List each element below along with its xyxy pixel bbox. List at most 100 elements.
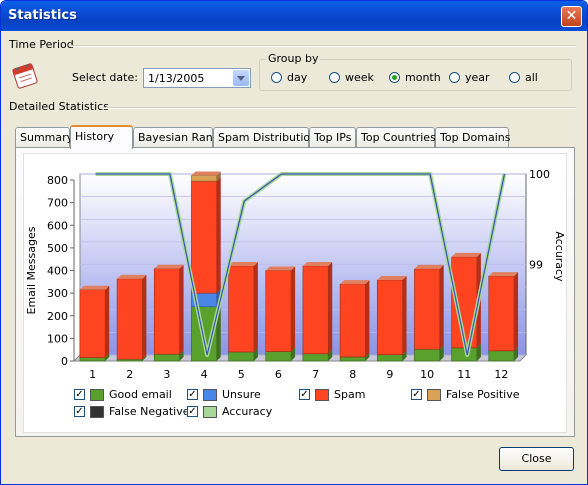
- bar-segment: [265, 270, 292, 352]
- y-axis-label: Email Messages: [25, 226, 38, 314]
- bar-side: [142, 274, 147, 360]
- tab-history[interactable]: History: [70, 125, 133, 149]
- legend-label: False Positive: [446, 388, 520, 401]
- radio-week-button[interactable]: [329, 72, 340, 83]
- bar-segment: [191, 175, 218, 182]
- radio-month-button[interactable]: [389, 72, 400, 83]
- radio-day-button[interactable]: [271, 72, 282, 83]
- x-tick-label: 8: [349, 368, 356, 381]
- legend-checkbox[interactable]: ✓: [74, 406, 85, 417]
- bar-side: [439, 264, 444, 350]
- divider: [103, 107, 576, 109]
- legend-checkbox[interactable]: ✓: [411, 389, 422, 400]
- tab-summary[interactable]: Summary: [15, 127, 73, 147]
- bar-top: [414, 264, 444, 269]
- legend-swatch: [90, 406, 104, 418]
- date-picker[interactable]: 1/13/2005: [143, 68, 251, 88]
- y-tick-label: 500: [47, 242, 68, 255]
- bar-segment: [339, 356, 366, 362]
- bar-segment: [153, 268, 180, 355]
- date-value[interactable]: 1/13/2005: [148, 72, 204, 85]
- bar-top: [117, 274, 147, 279]
- bar-segment: [414, 348, 441, 362]
- x-tick-label: 6: [275, 368, 282, 381]
- bar-top: [451, 252, 481, 257]
- bar-side: [328, 261, 333, 354]
- bar-top: [265, 266, 296, 271]
- legend-swatch: [203, 406, 217, 418]
- group-by-label: Group by: [266, 52, 321, 65]
- bar-side: [291, 266, 296, 352]
- calendar-icon: [12, 63, 38, 89]
- y2-axis-label: Accuracy: [553, 231, 566, 282]
- legend-checkbox[interactable]: ✓: [187, 406, 198, 417]
- x-tick-label: 5: [238, 368, 245, 381]
- bar-segment: [339, 283, 366, 358]
- radio-all-label: all: [525, 71, 538, 84]
- y-tick-label: 800: [47, 174, 68, 187]
- x-tick-label: 10: [420, 368, 434, 381]
- bar-segment: [265, 351, 292, 362]
- radio-year-label: year: [465, 71, 490, 84]
- bar-segment: [376, 354, 403, 362]
- radio-day-label: day: [287, 71, 308, 84]
- bar-side: [253, 261, 258, 352]
- legend-label: Unsure: [222, 388, 261, 401]
- radio-year-button[interactable]: [449, 72, 460, 83]
- tab-top-ips[interactable]: Top IPs: [309, 127, 356, 147]
- title-bar[interactable]: Statistics ✕: [1, 1, 587, 31]
- bar-top: [79, 285, 110, 290]
- bar-segment: [153, 353, 180, 362]
- bar-side: [179, 264, 184, 355]
- statistics-window: Statistics ✕ Time Period Select date: 1/…: [0, 0, 588, 485]
- bar-segment: [228, 265, 255, 353]
- bar-top: [340, 280, 370, 285]
- y-tick-label: 600: [47, 219, 68, 232]
- x-tick-label: 3: [163, 368, 170, 381]
- bar-top: [488, 272, 519, 277]
- legend-checkbox[interactable]: ✓: [187, 389, 198, 400]
- legend-checkbox[interactable]: ✓: [74, 389, 85, 400]
- bar-top: [377, 276, 407, 281]
- y-tick-label: 400: [47, 265, 68, 278]
- x-tick-label: 2: [126, 368, 133, 381]
- radio-all-button[interactable]: [509, 72, 520, 83]
- legend-label: False Negative: [109, 405, 190, 418]
- bar-segment: [79, 357, 106, 362]
- bar-top: [154, 264, 184, 269]
- bar-side: [402, 276, 407, 355]
- bar-segment: [488, 275, 515, 352]
- legend-checkbox[interactable]: ✓: [299, 389, 310, 400]
- radio-week-label: week: [345, 71, 374, 84]
- bar-side: [216, 177, 221, 294]
- close-icon[interactable]: ✕: [561, 6, 582, 27]
- detailed-statistics-label: Detailed Statistics: [9, 100, 109, 113]
- bar-side: [514, 272, 519, 351]
- x-tick-label: 4: [201, 368, 208, 381]
- x-tick-label: 7: [312, 368, 319, 381]
- y2-tick-label: 99: [529, 259, 543, 272]
- bar-segment: [79, 289, 106, 358]
- y-tick-label: 100: [47, 332, 68, 345]
- radio-month-label: month: [405, 71, 441, 84]
- bar-side: [365, 280, 370, 357]
- bar-segment: [191, 180, 218, 294]
- close-button[interactable]: Close: [499, 447, 574, 471]
- bar-segment: [302, 353, 329, 362]
- tab-top-domains[interactable]: Top Domains: [435, 127, 510, 147]
- bar-segment: [376, 279, 403, 355]
- legend-swatch: [203, 389, 217, 401]
- legend-label: Accuracy: [222, 405, 273, 418]
- y-tick-label: 200: [47, 310, 68, 323]
- tab-spam-distribution[interactable]: Spam Distribution: [213, 127, 317, 147]
- group-by-box: Group by day week month year all: [259, 52, 572, 91]
- y-tick-label: 700: [47, 197, 68, 210]
- chevron-down-icon[interactable]: [233, 70, 249, 86]
- legend-swatch: [427, 389, 441, 401]
- y2-tick-label: 100: [529, 168, 550, 181]
- bar-segment: [116, 278, 143, 360]
- tab-bayesian-rank[interactable]: Bayesian Rank: [133, 127, 219, 147]
- y-tick-label: 0: [61, 355, 68, 368]
- tab-top-countries[interactable]: Top Countries: [356, 127, 436, 147]
- divider: [71, 45, 576, 47]
